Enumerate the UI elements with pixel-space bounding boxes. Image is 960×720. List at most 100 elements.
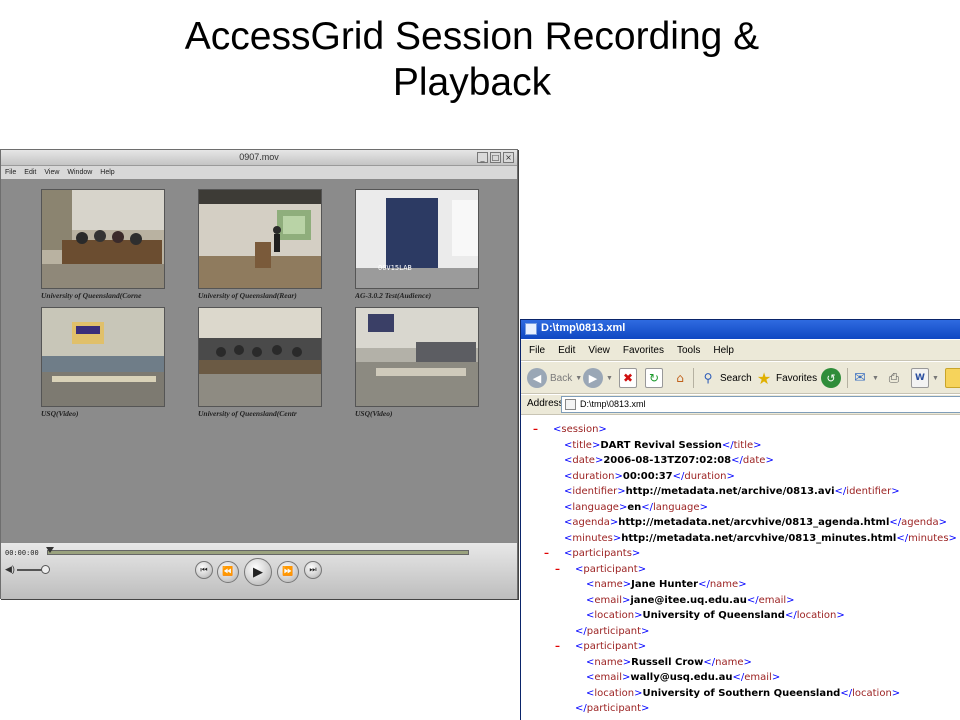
edit-button[interactable]: W ▼ [911,366,939,390]
next-button[interactable]: ⏭ [304,561,322,579]
favorites-button[interactable]: ★ Favorites [755,366,817,390]
toolbar-divider [847,368,848,388]
search-button[interactable]: ⚲ Search [699,366,752,390]
menu-help[interactable]: Help [713,340,734,360]
xml-bracket: </ [672,470,685,482]
xml-bracket: > [948,532,957,544]
menu-file[interactable]: File [529,340,545,360]
video-grid: University of Queensland(Corne Universit… [5,181,513,693]
xml-tag: agenda [572,517,610,528]
xml-value: jane@itee.uq.edu.au [630,594,747,606]
xml-bracket: > [738,579,747,590]
history-button[interactable]: ↺ [821,366,841,390]
xml-tag: participant [583,641,638,652]
star-icon: ★ [756,368,772,388]
video-tile-usq-2 [355,307,479,407]
speaker-icon: ◀) [5,564,15,574]
xml-tag: participants [572,548,632,559]
tile-overlay-text: 00V15LAB [378,264,412,272]
video-tile-uq-rear [198,189,322,289]
xml-bracket: > [836,610,845,621]
xml-tag: location [594,687,635,699]
quicktime-window: 0907.mov _ □ × File Edit View Window Hel… [0,149,518,599]
home-button[interactable]: ⌂ [671,366,689,390]
back-arrow-icon: ◀ [527,368,547,388]
menu-tools[interactable]: Tools [677,340,700,360]
print-button[interactable]: ⎙ [885,366,903,390]
stop-button[interactable]: ✖ [619,366,637,390]
play-button[interactable]: ▶ [244,558,272,586]
menu-window[interactable]: Window [67,166,92,179]
xml-bracket: > [637,641,647,652]
collapse-toggle[interactable]: – [544,546,549,561]
xml-line: – <participant> [555,639,647,654]
browser-toolbar: ◀ Back ▼ ▶ ▼ ✖ ↻ ⌂ ⚲ Search ★ Favorites … [521,362,960,394]
xml-tag: participant [586,703,642,714]
xml-line: <email>jane@itee.uq.edu.au</email> [586,593,795,608]
xml-tag: title [572,439,592,451]
forward-arrow-icon: ▶ [583,368,603,388]
xml-tag: location [594,610,635,621]
forward-button[interactable]: ▶ ▼ [583,366,613,390]
xml-bracket: > [617,486,626,497]
tile-caption: USQ(Video) [355,409,393,418]
close-button[interactable]: × [503,152,514,163]
xml-tag: session [561,424,599,435]
menu-file[interactable]: File [5,166,16,179]
slide-title: AccessGrid Session Recording & Playback [0,14,944,106]
xml-value: DART Revival Session [600,439,722,451]
menu-help[interactable]: Help [100,166,114,179]
search-button-label: Search [720,372,752,384]
video-tile-uq-centre [198,307,322,407]
chevron-down-icon[interactable]: ▼ [575,375,582,382]
xml-tag: title [733,439,754,451]
back-button[interactable]: ◀ Back ▼ [527,366,582,390]
stop-icon: ✖ [619,368,637,388]
playhead-handle[interactable] [46,547,54,553]
xml-line: – <participants> [544,546,640,561]
maximize-button[interactable]: □ [490,152,501,163]
xml-line: <title>DART Revival Session</title> [564,438,762,453]
quicktime-window-title: 0907.mov [239,152,279,162]
xml-tag: identifier [846,486,892,497]
xml-tag: date [742,455,766,466]
collapse-toggle[interactable]: – [555,562,560,577]
rewind-button[interactable]: ⏪ [217,561,239,583]
quicktime-titlebar[interactable]: 0907.mov _ □ × [1,150,517,166]
menu-favorites[interactable]: Favorites [623,340,664,360]
chevron-down-icon[interactable]: ▼ [872,375,879,382]
collapse-toggle[interactable]: – [533,422,538,437]
xml-bracket: </ [732,672,745,683]
chevron-down-icon[interactable]: ▼ [932,375,939,382]
previous-button[interactable]: ⏮ [195,561,213,579]
menu-view[interactable]: View [44,166,59,179]
xml-bracket: </ [731,455,743,466]
xml-bracket: </ [721,439,734,451]
browser-titlebar[interactable]: D:\tmp\0813.xml [521,320,960,339]
folder-button[interactable] [945,366,960,390]
mail-button[interactable]: ✉ ▼ [851,366,879,390]
tile-caption: USQ(Video) [41,409,79,418]
back-button-label: Back [550,372,573,384]
xml-tag: name [594,579,623,590]
minimize-button[interactable]: _ [477,152,488,163]
menu-edit[interactable]: Edit [558,340,575,360]
xml-tag: date [572,455,595,466]
address-input[interactable]: D:\tmp\0813.xml [561,396,960,413]
volume-knob[interactable] [41,565,50,574]
menu-edit[interactable]: Edit [24,166,36,179]
tile-caption: University of Queensland(Corne [41,291,142,300]
xml-bracket: > [726,470,735,482]
fast-forward-button[interactable]: ⏩ [277,561,299,583]
word-icon: W [911,368,929,388]
xml-bracket: > [743,656,752,668]
xml-bracket: > [753,439,762,451]
refresh-button[interactable]: ↻ [645,366,663,390]
chevron-down-icon[interactable]: ▼ [606,375,613,382]
xml-tag: minutes [572,532,613,544]
menu-view[interactable]: View [588,340,610,360]
xml-bracket: > [598,424,607,435]
xml-bracket: > [622,656,632,668]
timeline-scrubber[interactable] [47,550,469,555]
collapse-toggle[interactable]: – [555,639,560,654]
